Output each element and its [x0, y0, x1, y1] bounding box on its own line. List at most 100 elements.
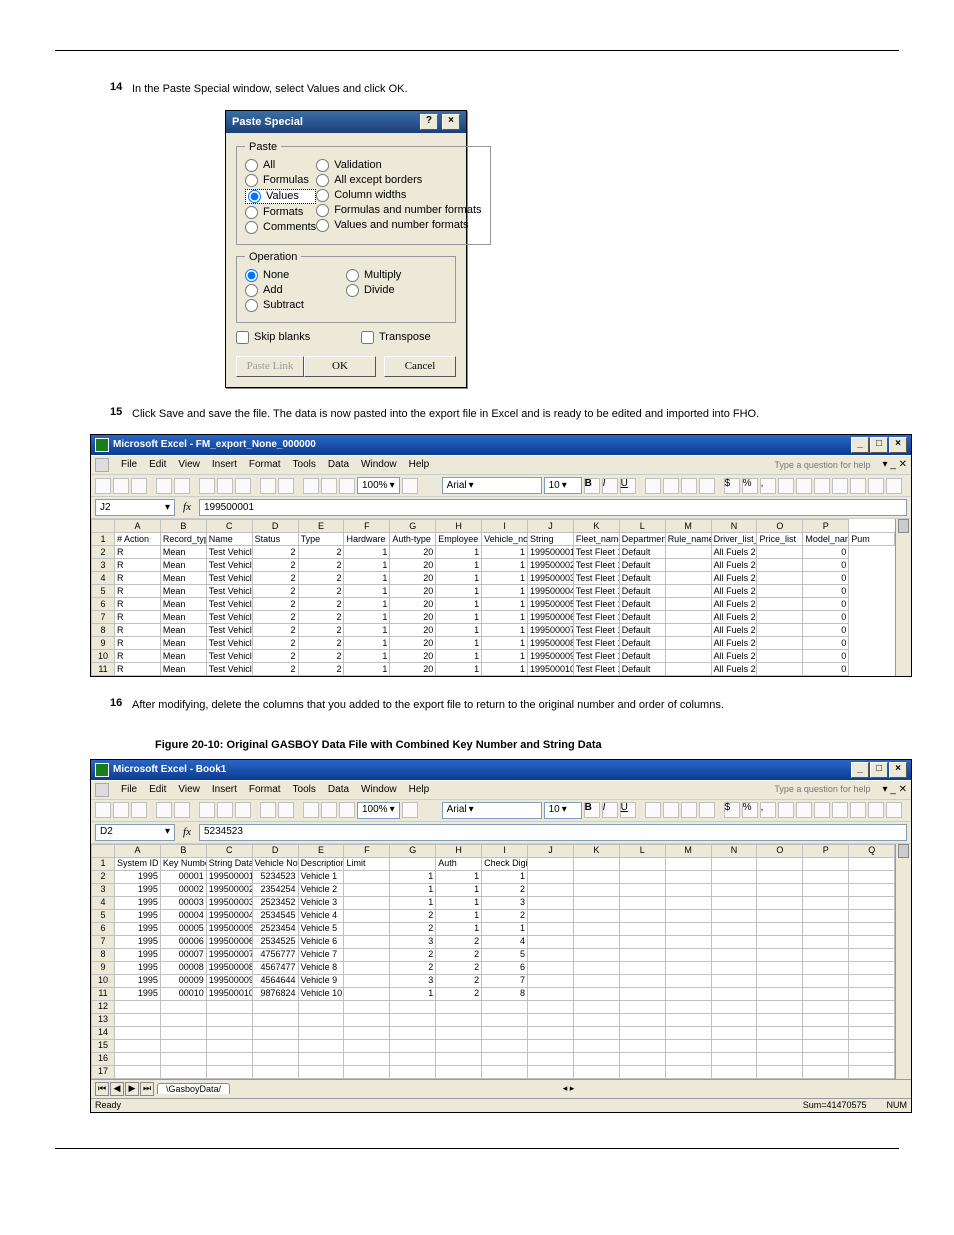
cell[interactable]: 2	[298, 650, 344, 663]
cell[interactable]: 2	[298, 598, 344, 611]
cell[interactable]	[298, 1052, 344, 1065]
row-header[interactable]: 11	[92, 987, 115, 1000]
cell[interactable]	[757, 974, 803, 987]
cell[interactable]: 4567477	[252, 961, 298, 974]
cell[interactable]	[252, 1052, 298, 1065]
cell[interactable]: 2	[298, 624, 344, 637]
radio-values[interactable]	[248, 190, 261, 203]
row-header[interactable]: 17	[92, 1065, 115, 1078]
radio-divide[interactable]	[346, 284, 359, 297]
cell[interactable]: Default	[619, 663, 665, 676]
radio-formulas[interactable]	[245, 174, 258, 187]
open-icon[interactable]	[113, 802, 129, 818]
cell[interactable]: Auth-type	[390, 533, 436, 546]
name-box[interactable]: D2▾	[95, 824, 175, 841]
cell[interactable]: 1	[344, 546, 390, 559]
cell[interactable]: 2	[298, 663, 344, 676]
cell[interactable]: R	[115, 650, 161, 663]
col-header[interactable]: E	[298, 520, 344, 533]
align-right-icon[interactable]	[681, 802, 697, 818]
cell[interactable]	[757, 1052, 803, 1065]
cell[interactable]	[573, 1013, 619, 1026]
row-header[interactable]: 5	[92, 909, 115, 922]
cell[interactable]	[665, 987, 711, 1000]
maximize-icon[interactable]: □	[870, 762, 888, 778]
cell[interactable]: Default	[619, 598, 665, 611]
cell[interactable]	[206, 1000, 252, 1013]
cell[interactable]	[573, 1065, 619, 1078]
cell[interactable]	[528, 896, 574, 909]
cell[interactable]	[619, 1052, 665, 1065]
cell[interactable]: Driver_list_t	[711, 533, 757, 546]
cell[interactable]: Default	[619, 546, 665, 559]
cell[interactable]	[619, 1026, 665, 1039]
cell[interactable]: Mean	[160, 663, 206, 676]
cell[interactable]	[482, 1065, 528, 1078]
col-header[interactable]: L	[619, 520, 665, 533]
cell[interactable]	[757, 922, 803, 935]
cell[interactable]	[298, 1013, 344, 1026]
cell[interactable]: 2	[298, 546, 344, 559]
cell[interactable]: 6	[482, 961, 528, 974]
col-header[interactable]: N	[711, 844, 757, 857]
cell[interactable]: Model_nam	[803, 533, 849, 546]
cell[interactable]: 199500002	[206, 883, 252, 896]
chart-icon[interactable]	[339, 802, 355, 818]
cell[interactable]: 1	[436, 572, 482, 585]
cell[interactable]	[436, 1039, 482, 1052]
vertical-scrollbar[interactable]	[895, 519, 911, 676]
cell[interactable]	[665, 663, 711, 676]
row-header[interactable]: 9	[92, 961, 115, 974]
cell[interactable]: Vehicle 1	[298, 870, 344, 883]
cell[interactable]: Auth	[436, 857, 482, 870]
row-header[interactable]: 7	[92, 935, 115, 948]
cell[interactable]	[619, 1000, 665, 1013]
cell[interactable]: 2	[252, 624, 298, 637]
cell[interactable]	[344, 961, 390, 974]
cell[interactable]	[711, 1052, 757, 1065]
dec-dec-icon[interactable]	[796, 802, 812, 818]
underline-icon[interactable]: U	[620, 802, 636, 818]
cell[interactable]	[619, 922, 665, 935]
col-header[interactable]: B	[160, 844, 206, 857]
cell[interactable]: 1	[436, 870, 482, 883]
cell[interactable]	[160, 1052, 206, 1065]
cell[interactable]: Name	[206, 533, 252, 546]
cell[interactable]: 199500003	[206, 896, 252, 909]
open-icon[interactable]	[113, 478, 129, 494]
cell[interactable]: 1	[436, 598, 482, 611]
cell[interactable]	[803, 1052, 849, 1065]
cell[interactable]: 20	[390, 624, 436, 637]
cell[interactable]: 2	[252, 559, 298, 572]
cell[interactable]	[344, 935, 390, 948]
cell[interactable]: Vehicle_no	[482, 533, 528, 546]
cell[interactable]: All Fuels 2	[711, 611, 757, 624]
cell[interactable]: 0	[803, 663, 849, 676]
cell[interactable]	[849, 1052, 895, 1065]
cell[interactable]	[665, 1026, 711, 1039]
cell[interactable]: 20	[390, 559, 436, 572]
fx-icon[interactable]: fx	[179, 827, 195, 838]
close-icon[interactable]: ×	[889, 762, 907, 778]
cell[interactable]: 2	[298, 559, 344, 572]
cell[interactable]	[528, 1052, 574, 1065]
cell[interactable]	[115, 1052, 161, 1065]
cell[interactable]	[344, 909, 390, 922]
minimize-icon[interactable]: _	[851, 437, 869, 453]
cell[interactable]: 199500008	[206, 961, 252, 974]
cell[interactable]: 1	[436, 909, 482, 922]
currency-icon[interactable]: $	[724, 478, 740, 494]
cell[interactable]	[390, 1013, 436, 1026]
cell[interactable]: 2523452	[252, 896, 298, 909]
cell[interactable]: Mean	[160, 546, 206, 559]
cell[interactable]: Limit	[344, 857, 390, 870]
menu-file[interactable]: File	[121, 785, 137, 795]
row-header[interactable]: 7	[92, 611, 115, 624]
cell[interactable]: Test Fleet 1	[573, 585, 619, 598]
cell[interactable]: 00001	[160, 870, 206, 883]
cell[interactable]	[849, 896, 895, 909]
cell[interactable]: All Fuels 2	[711, 637, 757, 650]
col-header[interactable]: A	[115, 844, 161, 857]
cell[interactable]: Rule_name	[665, 533, 711, 546]
cell[interactable]	[849, 1000, 895, 1013]
